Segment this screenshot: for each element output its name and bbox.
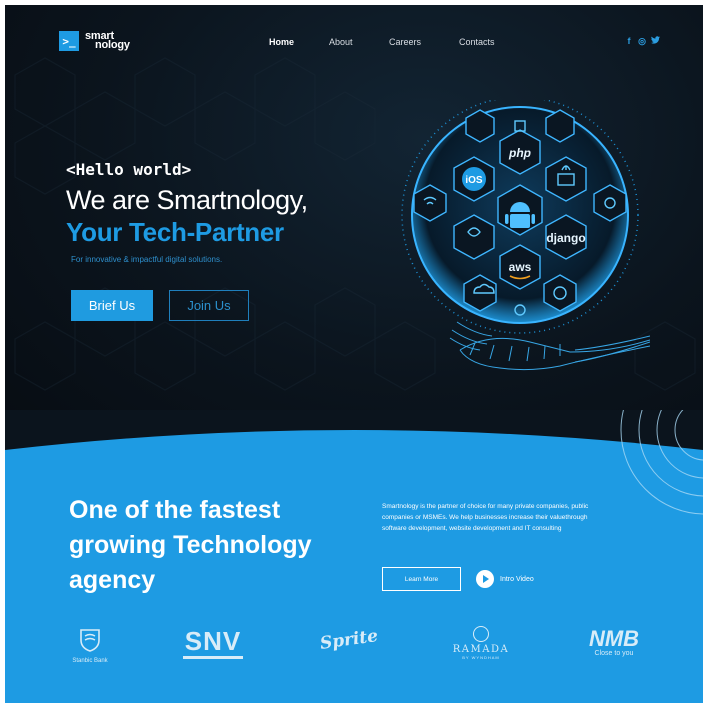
- globe-tile-django: django: [546, 231, 585, 245]
- partner-logo-sprite: Sprite: [319, 626, 379, 654]
- social-links: f ◎: [625, 36, 660, 47]
- main-nav: Home About Careers Contacts: [5, 37, 703, 51]
- partner-logos: Stanbic Bank SNV Sprite RAMADA BY WYNDHA…: [5, 620, 703, 680]
- page-frame: >_ smart nology Home About Careers Conta…: [5, 5, 703, 703]
- hello-world-text: <Hello world>: [66, 160, 192, 179]
- partner-sub-nmb: Close to you: [594, 650, 634, 657]
- nav-item-about[interactable]: About: [329, 37, 353, 47]
- about-title: One of the fastest growing Technology ag…: [69, 496, 312, 594]
- join-us-button[interactable]: Join Us: [169, 290, 249, 321]
- wireframe-hand: [449, 321, 650, 371]
- partner-name-sprite: Sprite: [318, 626, 380, 654]
- learn-more-button[interactable]: Learn More: [382, 567, 461, 591]
- partner-logo-stanbic: Stanbic Bank: [65, 628, 115, 664]
- nav-item-contacts[interactable]: Contacts: [459, 37, 495, 47]
- facebook-icon[interactable]: f: [625, 36, 633, 47]
- partner-logo-nmb: NMB Close to you: [579, 626, 649, 658]
- intro-video-link[interactable]: Intro Video: [476, 570, 534, 588]
- globe-tile-aws: aws: [509, 260, 532, 274]
- hero-tagline: For innovative & impactful digital solut…: [71, 255, 223, 264]
- hero-headline: We are Smartnology,: [66, 185, 308, 215]
- play-icon[interactable]: [476, 570, 494, 588]
- nav-item-careers[interactable]: Careers: [389, 37, 421, 47]
- about-description: Smartnology is the partner of choice for…: [382, 503, 589, 532]
- partner-logo-ramada: RAMADA BY WYNDHAM: [451, 626, 511, 660]
- instagram-icon[interactable]: ◎: [638, 36, 646, 47]
- tech-globe-illustration: php iOS django aws: [401, 100, 650, 371]
- partner-name-ramada: RAMADA: [452, 644, 510, 655]
- partner-name-snv: SNV: [184, 626, 242, 656]
- hero-headline-accent: Your Tech-Partner: [66, 217, 284, 247]
- partner-sub-ramada: BY WYNDHAM: [462, 655, 500, 660]
- ramada-emblem-icon: [473, 626, 489, 642]
- nav-item-home[interactable]: Home: [269, 37, 294, 47]
- brief-us-button[interactable]: Brief Us: [71, 290, 153, 321]
- top-navigation-bar: >_ smart nology Home About Careers Conta…: [5, 5, 703, 75]
- globe-tile-php: php: [508, 146, 531, 160]
- partner-logo-snv: SNV: [183, 628, 243, 659]
- globe-tile-ios: iOS: [465, 175, 483, 186]
- stanbic-shield-icon: [80, 629, 100, 652]
- twitter-icon[interactable]: [651, 36, 660, 47]
- partner-name-stanbic: Stanbic Bank: [72, 658, 108, 664]
- intro-video-label: Intro Video: [500, 575, 534, 583]
- hero-section: >_ smart nology Home About Careers Conta…: [5, 5, 703, 450]
- partner-name-nmb: NMB: [588, 626, 640, 651]
